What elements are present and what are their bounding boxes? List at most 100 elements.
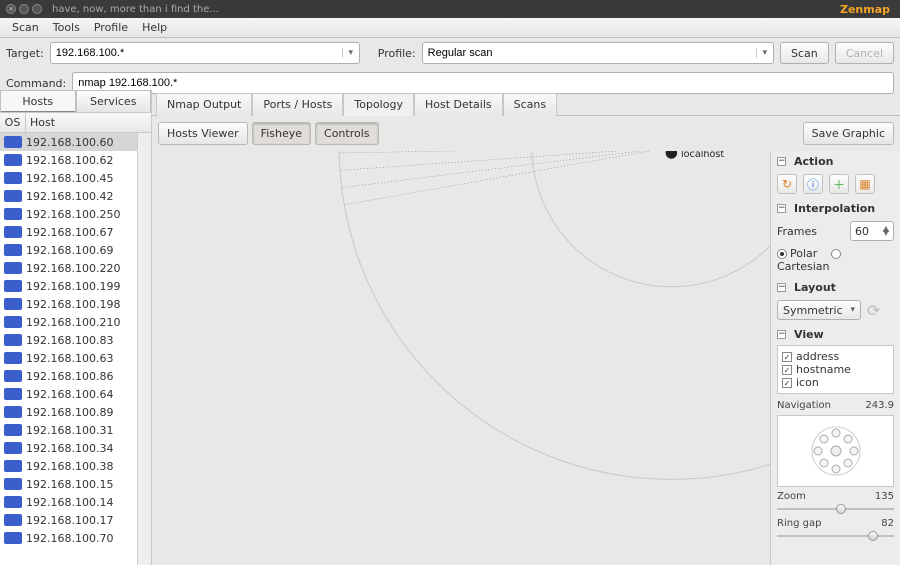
host-row[interactable]: 192.168.100.83 xyxy=(0,331,137,349)
zoom-slider[interactable] xyxy=(777,504,894,514)
os-icon xyxy=(4,208,22,220)
topology-canvas[interactable]: localhostubuntu-desktop192.168.100.45192… xyxy=(152,151,900,565)
action-info-icon[interactable]: ⓘ xyxy=(803,174,823,194)
host-address: 192.168.100.34 xyxy=(26,442,113,455)
hosts-viewer-button[interactable]: Hosts Viewer xyxy=(158,122,248,145)
collapse-icon[interactable]: − xyxy=(777,204,786,213)
target-input[interactable] xyxy=(51,47,342,59)
ring-gap-slider[interactable] xyxy=(777,531,894,541)
os-icon xyxy=(4,406,22,418)
host-row[interactable]: 192.168.100.86 xyxy=(0,367,137,385)
radio-polar[interactable] xyxy=(777,249,787,259)
main-tabs: Nmap OutputPorts / HostsTopologyHost Det… xyxy=(152,90,900,116)
command-label: Command: xyxy=(6,77,66,90)
title-hint: have, now, more than i find the... xyxy=(42,4,840,15)
os-icon xyxy=(4,262,22,274)
host-address: 192.168.100.15 xyxy=(26,478,113,491)
action-add-icon[interactable]: ＋ xyxy=(829,174,849,194)
host-row[interactable]: 192.168.100.89 xyxy=(0,403,137,421)
host-row[interactable]: 192.168.100.199 xyxy=(0,277,137,295)
scan-button[interactable]: Scan xyxy=(780,42,829,64)
collapse-icon[interactable]: − xyxy=(777,157,786,166)
action-refresh-icon[interactable]: ↻ xyxy=(777,174,797,194)
hosts-list[interactable]: 192.168.100.60 192.168.100.62 192.168.100.… xyxy=(0,133,137,565)
os-icon xyxy=(4,316,22,328)
profile-input[interactable] xyxy=(423,47,756,59)
command-input[interactable] xyxy=(73,77,893,89)
menu-scan[interactable]: Scan xyxy=(6,19,45,36)
host-row[interactable]: 192.168.100.45 xyxy=(0,169,137,187)
layout-refresh-icon[interactable]: ⟳ xyxy=(867,301,880,320)
host-row[interactable]: 192.168.100.250 xyxy=(0,205,137,223)
os-icon xyxy=(4,280,22,292)
host-address: 192.168.100.210 xyxy=(26,316,120,329)
host-row[interactable]: 192.168.100.17 xyxy=(0,511,137,529)
chevron-down-icon[interactable]: ▾ xyxy=(342,48,359,58)
host-row[interactable]: 192.168.100.63 xyxy=(0,349,137,367)
check-icon[interactable]: ✓ xyxy=(782,378,792,388)
tab-nmap-output[interactable]: Nmap Output xyxy=(156,93,252,116)
window-close-icon[interactable]: × xyxy=(6,4,16,14)
interpolation-title: Interpolation xyxy=(794,202,875,215)
hosts-panel: Hosts Services OS Host 192.168.100.60192… xyxy=(0,90,152,565)
check-hostname[interactable]: ✓ xyxy=(782,365,792,375)
tab-services[interactable]: Services xyxy=(76,90,152,112)
titlebar: × have, now, more than i find the... Zen… xyxy=(0,0,900,18)
host-row[interactable]: 192.168.100.210 xyxy=(0,313,137,331)
action-grid-icon[interactable]: ▦ xyxy=(855,174,875,194)
column-host[interactable]: Host xyxy=(26,113,151,132)
chevron-down-icon[interactable]: ▾ xyxy=(756,48,773,58)
host-row[interactable]: 192.168.100.220 xyxy=(0,259,137,277)
os-icon xyxy=(4,154,22,166)
host-row[interactable]: 192.168.100.14 xyxy=(0,493,137,511)
navigation-wheel[interactable] xyxy=(777,415,894,487)
frames-stepper[interactable]: 60▲▼ xyxy=(850,221,894,241)
window-minimize-icon[interactable] xyxy=(19,4,29,14)
host-row[interactable]: 192.168.100.198 xyxy=(0,295,137,313)
host-row[interactable]: 192.168.100.38 xyxy=(0,457,137,475)
fisheye-button[interactable]: Fisheye xyxy=(252,122,311,145)
hosts-header: OS Host xyxy=(0,112,151,133)
zoom-value: 135 xyxy=(875,491,894,502)
os-icon xyxy=(4,370,22,382)
tab-hosts[interactable]: Hosts xyxy=(0,90,76,112)
view-title: View xyxy=(794,328,824,341)
column-os[interactable]: OS xyxy=(0,113,26,132)
tab-topology[interactable]: Topology xyxy=(343,93,414,116)
host-row[interactable]: 192.168.100.64 xyxy=(0,385,137,403)
menu-profile[interactable]: Profile xyxy=(88,19,134,36)
window-maximize-icon[interactable] xyxy=(32,4,42,14)
controls-button[interactable]: Controls xyxy=(315,122,379,145)
host-row[interactable]: 192.168.100.69 xyxy=(0,241,137,259)
save-graphic-button[interactable]: Save Graphic xyxy=(803,122,894,145)
collapse-icon[interactable]: − xyxy=(777,283,786,292)
host-address: 192.168.100.70 xyxy=(26,532,113,545)
check-address[interactable]: ✓ xyxy=(782,352,792,362)
menu-help[interactable]: Help xyxy=(136,19,173,36)
host-row[interactable]: 192.168.100.15 xyxy=(0,475,137,493)
zoom-label: Zoom xyxy=(777,491,806,502)
tab-host-details[interactable]: Host Details xyxy=(414,93,503,116)
host-row[interactable]: 192.168.100.62 xyxy=(0,151,137,169)
host-address: 192.168.100.62 xyxy=(26,154,113,167)
host-row[interactable]: 192.168.100.60 xyxy=(0,133,137,151)
profile-combo[interactable]: ▾ xyxy=(422,42,774,64)
scrollbar[interactable] xyxy=(137,133,151,565)
host-row[interactable]: 192.168.100.34 xyxy=(0,439,137,457)
tab-ports-hosts[interactable]: Ports / Hosts xyxy=(252,93,343,116)
host-row[interactable]: 192.168.100.42 xyxy=(0,187,137,205)
collapse-icon[interactable]: − xyxy=(777,330,786,339)
host-row[interactable]: 192.168.100.70 xyxy=(0,529,137,547)
side-panel: −Action ↻ ⓘ ＋ ▦ −Interpolation Frames 60… xyxy=(770,151,900,565)
layout-select[interactable]: Symmetric▾ xyxy=(777,300,861,320)
tab-scans[interactable]: Scans xyxy=(503,93,557,116)
os-icon xyxy=(4,190,22,202)
os-icon xyxy=(4,352,22,364)
menu-tools[interactable]: Tools xyxy=(47,19,86,36)
target-combo[interactable]: ▾ xyxy=(50,42,360,64)
radio-cartesian[interactable] xyxy=(831,249,841,259)
host-row[interactable]: 192.168.100.31 xyxy=(0,421,137,439)
host-row[interactable]: 192.168.100.67 xyxy=(0,223,137,241)
host-address: 192.168.100.83 xyxy=(26,334,113,347)
host-address: 192.168.100.31 xyxy=(26,424,113,437)
